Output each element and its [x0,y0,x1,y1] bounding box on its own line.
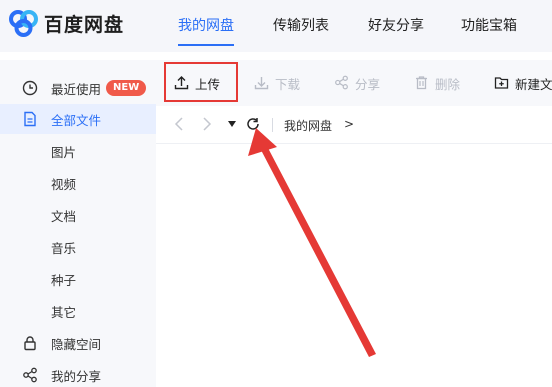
tab-friend-share[interactable]: 好友分享 [368,15,424,35]
sidebar-item-label: 图片 [51,145,77,160]
sidebar-item-my-shares[interactable]: 我的分享 [0,360,156,387]
sidebar-item-hidden-space[interactable]: 隐藏空间 [0,328,156,358]
share-icon [23,367,37,383]
sidebar-item-music[interactable]: 音乐 [0,232,156,262]
forward-arrow-icon[interactable] [202,116,212,132]
sidebar: 最近使用 NEW 全部文件 图片 视频 文档 音乐 种子 其它 隐藏空间 我的分… [0,60,156,387]
sidebar-item-label: 我的分享 [51,369,102,384]
sidebar-item-pictures[interactable]: 图片 [0,136,156,166]
sidebar-item-label: 全部文件 [51,113,102,128]
sidebar-item-recent[interactable]: 最近使用 NEW [0,73,156,103]
sidebar-item-label: 其它 [51,305,77,320]
breadcrumb: 我的网盘 > [156,106,552,144]
clock-icon [22,80,38,96]
app-brand: 百度网盘 [44,14,125,36]
breadcrumb-my-disk[interactable]: 我的网盘 [284,117,332,134]
divider [272,118,273,132]
share-label: 分享 [355,77,381,92]
sidebar-item-other[interactable]: 其它 [0,296,156,326]
sidebar-item-label: 最近使用 [51,82,102,97]
tab-my-disk[interactable]: 我的网盘 [178,15,234,35]
sidebar-item-label: 音乐 [51,241,77,256]
new-folder-icon [494,77,509,89]
tab-tool-box[interactable]: 功能宝箱 [461,15,517,35]
tab-transfer-list[interactable]: 传输列表 [273,15,329,35]
history-dropdown-icon[interactable] [228,121,236,127]
sidebar-item-label: 种子 [51,273,77,288]
trash-icon [416,76,427,90]
sidebar-item-videos[interactable]: 视频 [0,168,156,198]
sidebar-item-all-files[interactable]: 全部文件 [0,104,156,134]
new-badge: NEW [106,80,147,96]
breadcrumb-separator: > [344,117,355,131]
sidebar-item-label: 视频 [51,177,77,192]
delete-label: 删除 [435,77,461,92]
refresh-icon[interactable] [246,117,260,131]
lock-icon [24,336,36,351]
sidebar-item-label: 文档 [51,209,77,224]
back-arrow-icon[interactable] [174,116,184,132]
new-folder-label: 新建文 [515,77,552,92]
sidebar-item-label: 隐藏空间 [51,337,102,352]
active-tab-indicator [178,44,234,46]
download-icon [254,77,269,90]
upload-highlight-box [164,62,238,102]
sidebar-item-documents[interactable]: 文档 [0,200,156,230]
baidu-netdisk-logo-icon [9,10,38,37]
file-list-area[interactable] [156,144,552,387]
top-navigation-bar: 百度网盘 我的网盘 传输列表 好友分享 功能宝箱 [0,0,552,52]
file-icon [24,111,36,127]
download-label: 下载 [275,77,301,92]
share-icon [335,75,348,90]
sidebar-item-torrents[interactable]: 种子 [0,264,156,294]
